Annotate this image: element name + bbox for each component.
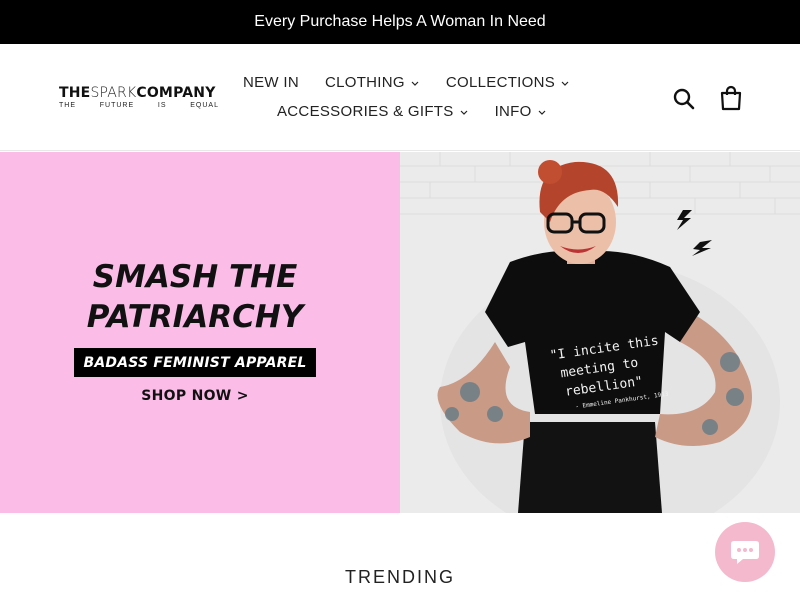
shop-now-link[interactable]: SHOP NOW > bbox=[0, 388, 390, 404]
hero-photo-illustration: "I incite this meeting to rebellion" - E… bbox=[400, 152, 800, 513]
hero-text-panel: SMASH THE PATRIARCHY BADASS FEMINIST APP… bbox=[0, 152, 400, 513]
section-title-trending: TRENDING bbox=[345, 567, 455, 587]
logo-tagline: THE FUTURE IS EQUAL bbox=[59, 102, 219, 109]
chevron-down-icon bbox=[561, 81, 569, 86]
nav-item-collections[interactable]: COLLECTIONS bbox=[446, 74, 570, 91]
announcement-text: Every Purchase Helps A Woman In Need bbox=[254, 13, 546, 30]
logo[interactable]: THESPARKCOMPANY THE FUTURE IS EQUAL bbox=[59, 86, 223, 112]
hero-image: "I incite this meeting to rebellion" - E… bbox=[400, 152, 800, 513]
hero-tagline-badge: BADASS FEMINIST APPAREL bbox=[74, 348, 316, 377]
chat-button[interactable] bbox=[715, 522, 775, 582]
chevron-down-icon bbox=[538, 110, 546, 115]
nav-item-accessories-gifts[interactable]: ACCESSORIES & GIFTS bbox=[277, 103, 469, 120]
hero-title-line2: PATRIARCHY bbox=[86, 299, 304, 335]
site-header: THESPARKCOMPANY THE FUTURE IS EQUAL NEW … bbox=[0, 44, 800, 151]
chevron-down-icon bbox=[460, 110, 468, 115]
search-icon[interactable] bbox=[672, 87, 696, 111]
main-nav-row-1: NEW IN CLOTHING COLLECTIONS bbox=[243, 74, 570, 91]
main-nav-row-2: ACCESSORIES & GIFTS INFO bbox=[277, 103, 547, 120]
nav-item-info[interactable]: INFO bbox=[495, 103, 547, 120]
announcement-bar: Every Purchase Helps A Woman In Need bbox=[0, 0, 800, 44]
hero-banner[interactable]: SMASH THE PATRIARCHY BADASS FEMINIST APP… bbox=[0, 152, 800, 513]
logo-wordmark: THESPARKCOMPANY bbox=[59, 85, 216, 101]
chat-icon bbox=[731, 541, 759, 564]
nav-item-new-in[interactable]: NEW IN bbox=[243, 74, 299, 91]
hero-title-line1: SMASH THE bbox=[92, 259, 298, 295]
cart-icon[interactable] bbox=[719, 85, 743, 111]
nav-item-clothing[interactable]: CLOTHING bbox=[325, 74, 420, 91]
chevron-down-icon bbox=[411, 81, 419, 86]
hero-tagline: BADASS FEMINIST APPAREL bbox=[83, 354, 307, 371]
